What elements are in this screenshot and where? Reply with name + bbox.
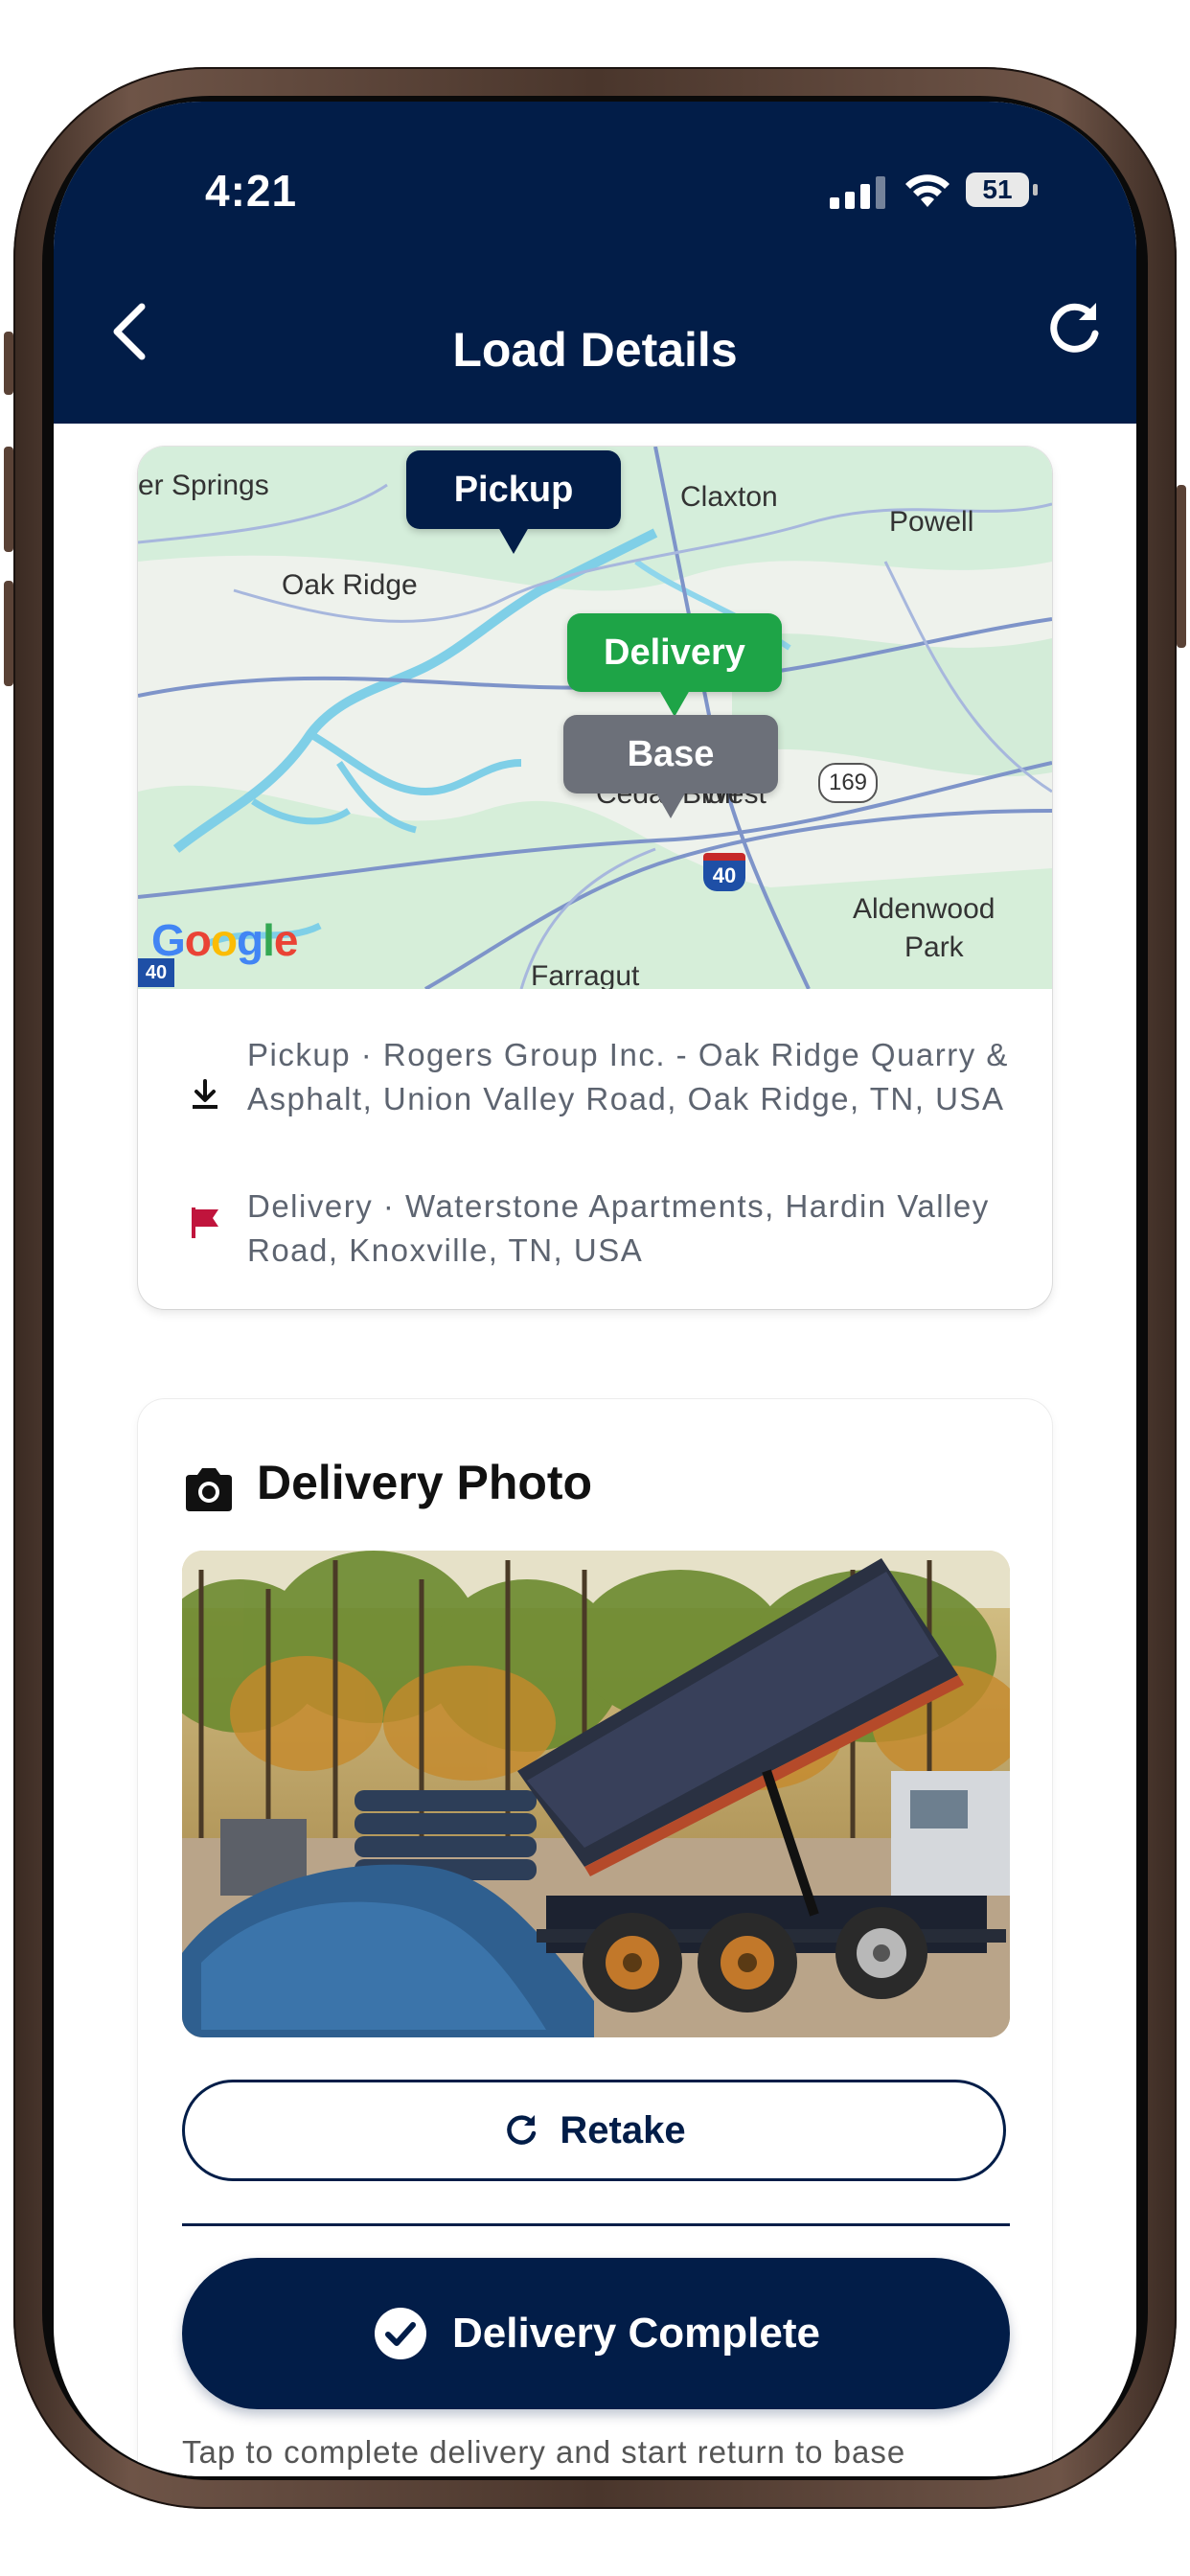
helper-text: Tap to complete delivery and start retur… — [182, 2434, 906, 2470]
map-label-oak-ridge: Oak Ridge — [282, 569, 418, 601]
map-label-aldenwood: Aldenwood — [853, 893, 995, 925]
volume-up-button — [4, 447, 13, 552]
delivery-photo-card: Delivery Photo Retake Delivery Complete … — [138, 1399, 1052, 2476]
map-label-aldenwood-park: Park — [904, 932, 964, 963]
power-button — [1177, 485, 1186, 648]
section-title: Delivery Photo — [257, 1456, 593, 1509]
pickup-stop-text: Pickup · Rogers Group Inc. - Oak Ridge Q… — [247, 1037, 1009, 1116]
app-screen: 4:21 51 Load Details er Springs Claxton … — [54, 102, 1136, 2476]
mute-switch — [4, 332, 13, 395]
delivery-marker[interactable]: Delivery — [567, 613, 782, 717]
delivery-complete-button[interactable]: Delivery Complete — [182, 2258, 1010, 2409]
interstate-40-shield: 40 — [703, 853, 745, 891]
check-circle-icon — [375, 2308, 427, 2359]
volume-down-button — [4, 581, 13, 686]
map-label-claxton: Claxton — [680, 481, 778, 513]
refresh-button[interactable] — [1041, 295, 1108, 362]
delivery-stop-text: Delivery · Waterstone Apartments, Hardin… — [247, 1188, 990, 1268]
route-map[interactable]: er Springs Claxton Powell Oak Ridge Ceda… — [138, 447, 1052, 989]
route-map-card: er Springs Claxton Powell Oak Ridge Ceda… — [138, 447, 1052, 1309]
top-app-bar: 4:21 51 Load Details — [54, 102, 1136, 424]
status-icons: 51 — [830, 169, 1098, 217]
flag-icon — [192, 1208, 218, 1238]
refresh-icon — [1050, 303, 1099, 353]
page-title: Load Details — [452, 323, 738, 377]
map-label-powell: Powell — [889, 506, 974, 538]
base-marker[interactable]: Base — [563, 715, 778, 818]
status-time: 4:21 — [205, 166, 298, 216]
battery-indicator: 51 — [966, 172, 1029, 207]
delivery-complete-label: Delivery Complete — [452, 2310, 820, 2357]
pickup-marker[interactable]: Pickup — [406, 450, 621, 554]
section-divider — [182, 2223, 1010, 2226]
cellular-signal-icon — [830, 174, 887, 209]
retake-label: Retake — [560, 2108, 686, 2151]
route-169-shield: 169 — [818, 763, 878, 803]
camera-icon — [186, 1468, 232, 1511]
wifi-icon — [905, 174, 950, 207]
map-label-springs: er Springs — [138, 470, 269, 501]
retake-button[interactable]: Retake — [182, 2080, 1006, 2181]
download-icon — [193, 1079, 217, 1109]
delivery-photo[interactable] — [182, 1551, 1010, 2037]
dump-truck-image — [182, 1551, 1010, 2037]
google-logo: Google — [151, 915, 298, 965]
refresh-icon — [507, 2115, 537, 2145]
map-label-farragut: Farragut — [531, 960, 640, 989]
battery-tip — [1033, 184, 1038, 196]
